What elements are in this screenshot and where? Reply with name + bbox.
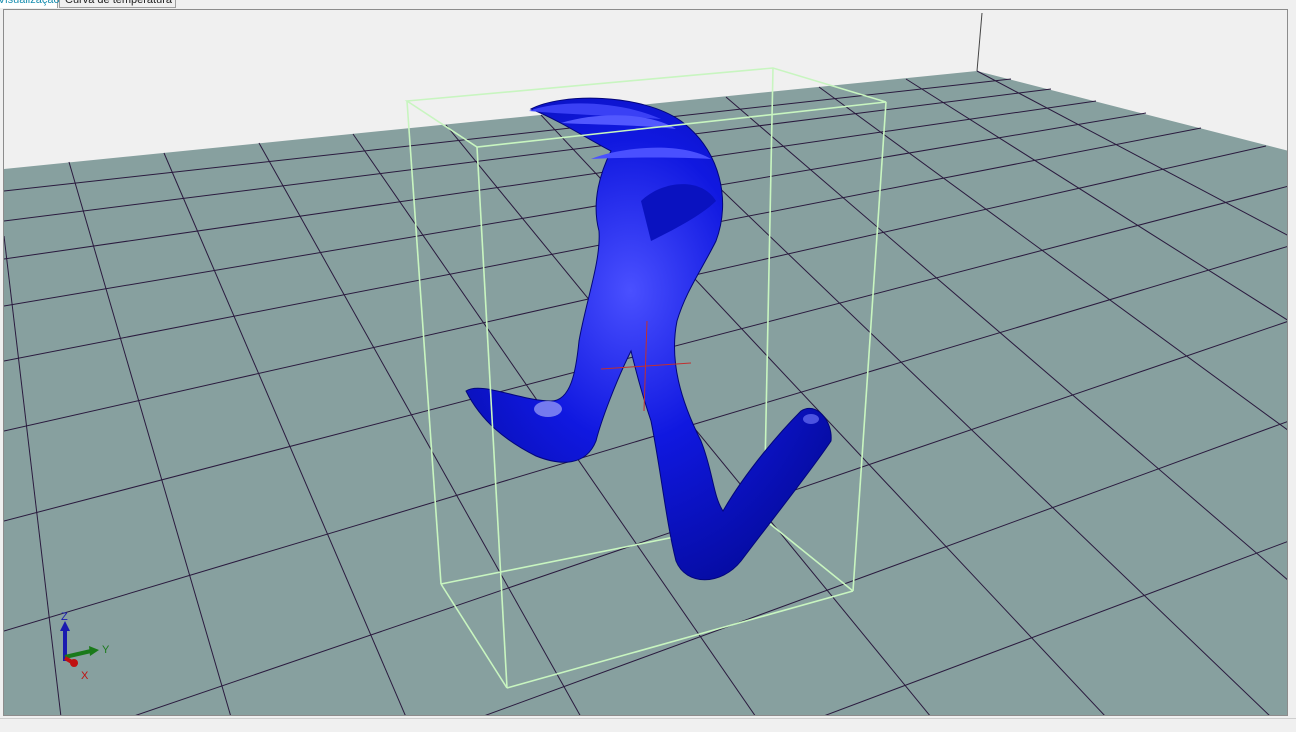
y-axis-label: Y xyxy=(102,644,110,656)
scene-canvas[interactable]: Z Y X xyxy=(4,10,1288,716)
3d-viewport[interactable]: Z Y X xyxy=(3,9,1288,716)
tab-strip: Visualização 3D Curva de temperatura xyxy=(0,0,1296,9)
status-bar xyxy=(0,718,1296,732)
tab-3d-view[interactable]: Visualização 3D xyxy=(0,0,77,8)
wall-corner-line xyxy=(976,12,983,72)
z-axis-label: Z xyxy=(61,611,68,623)
x-axis-label: X xyxy=(81,670,89,682)
tab-temperature-curve[interactable]: Curva de temperatura xyxy=(59,0,176,8)
